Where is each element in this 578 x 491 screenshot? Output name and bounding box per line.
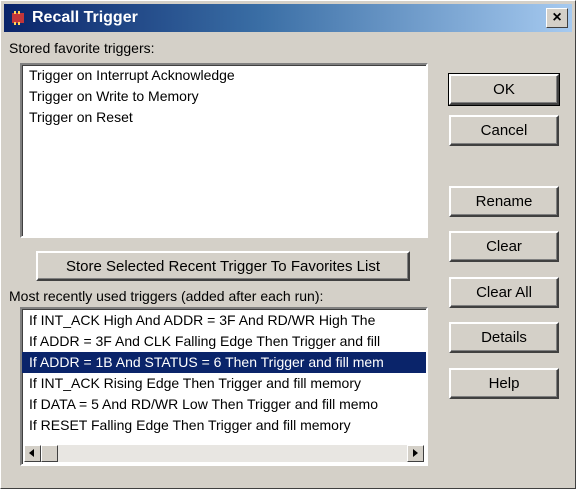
details-label: Details [481,329,527,346]
recent-trigger-item[interactable]: If ADDR = 3F And CLK Falling Edge Then T… [22,331,426,352]
recent-trigger-item[interactable]: If RESET Falling Edge Then Trigger and f… [22,415,426,436]
recall-trigger-dialog: Recall Trigger × Stored favorite trigger… [0,0,576,489]
close-icon: × [552,9,562,26]
details-button[interactable]: Details [449,322,559,353]
favorite-trigger-item[interactable]: Trigger on Write to Memory [22,86,426,107]
clear-label: Clear [486,238,522,255]
recent-trigger-item[interactable]: If DATA = 5 And RD/WR Low Then Trigger a… [22,394,426,415]
ok-button[interactable]: OK [448,73,560,106]
favorites-label: Stored favorite triggers: [9,40,155,56]
favorite-trigger-item[interactable]: Trigger on Interrupt Acknowledge [22,65,426,86]
store-to-favorites-label: Store Selected Recent Trigger To Favorit… [65,257,381,275]
arrow-left-icon [29,449,34,457]
scroll-left-button[interactable] [24,445,41,462]
title-bar[interactable]: Recall Trigger × [4,4,572,32]
clear-all-label: Clear All [476,284,532,301]
rename-button[interactable]: Rename [449,186,559,217]
ok-label: OK [493,81,515,98]
arrow-right-icon [413,449,418,457]
window-title: Recall Trigger [32,9,138,26]
favorite-trigger-item[interactable]: Trigger on Reset [22,107,426,128]
help-button[interactable]: Help [449,368,559,399]
horizontal-scrollbar[interactable] [24,445,424,462]
recent-trigger-item[interactable]: If ADDR = 1B And STATUS = 6 Then Trigger… [22,352,426,373]
cancel-label: Cancel [480,122,528,139]
recent-triggers-list[interactable]: If INT_ACK High And ADDR = 3F And RD/WR … [20,307,428,466]
clear-button[interactable]: Clear [449,231,559,262]
recent-trigger-item[interactable]: If INT_ACK High And ADDR = 3F And RD/WR … [22,310,426,331]
favorites-list[interactable]: Trigger on Interrupt Acknowledge Trigger … [20,63,428,238]
close-button[interactable]: × [546,8,568,28]
scroll-right-button[interactable] [407,445,424,462]
recent-trigger-item[interactable]: If INT_ACK Rising Edge Then Trigger and … [22,373,426,394]
rename-label: Rename [475,193,533,210]
scroll-thumb[interactable] [41,445,58,462]
recent-label: Most recently used triggers (added after… [9,288,324,304]
cancel-button[interactable]: Cancel [449,115,559,146]
chip-icon [10,11,26,25]
help-label: Help [488,375,520,392]
clear-all-button[interactable]: Clear All [449,277,559,308]
store-to-favorites-button[interactable]: Store Selected Recent Trigger To Favorit… [36,251,410,281]
